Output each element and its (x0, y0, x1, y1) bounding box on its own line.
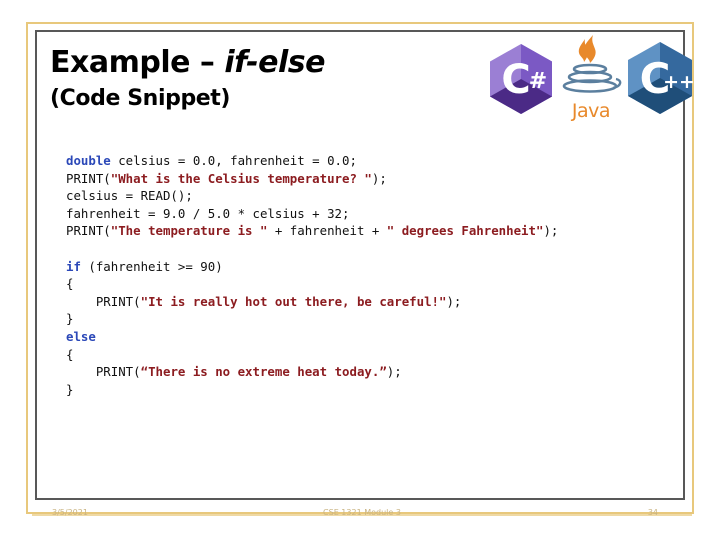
code-line: if (fahrenheit >= 90) (66, 258, 666, 276)
code-token-txt: } (66, 381, 74, 397)
page-title: Example – if-else (50, 46, 480, 80)
java-logo-wordmark: Java (571, 100, 611, 122)
code-token-txt: ); (543, 223, 559, 239)
code-token-txt: celsius = READ(); (66, 188, 193, 204)
code-token-txt: (fahrenheit >= 90) (80, 258, 223, 274)
svg-text:#: # (529, 69, 547, 94)
code-token-txt: celsius = 0.0, fahrenheit = 0.0; (110, 153, 357, 168)
code-token-str: "The temperature is " (110, 223, 268, 239)
code-token-txt: { (66, 276, 74, 292)
code-line: PRINT("It is really hot out there, be ca… (66, 293, 666, 311)
code-token-kw: else (66, 328, 96, 344)
code-token-txt: } (66, 311, 74, 327)
code-token-txt: PRINT( (66, 170, 111, 186)
slide-title-block: Example – if-else (Code Snippet) (50, 46, 480, 112)
footer-course-label: CSE 1321 Module 3 (323, 508, 401, 517)
code-token-str: " degrees Fahrenheit" (386, 223, 544, 239)
code-snippet: double celsius = 0.0, fahrenheit = 0.0; P… (66, 152, 666, 398)
code-line: fahrenheit = 9.0 / 5.0 * celsius + 32; (66, 205, 666, 223)
page-title-keyword: if-else (224, 45, 325, 80)
csharp-logo: C # (486, 42, 556, 116)
slide-footer: 3/5/2021 CSE 1321 Module 3 34 (32, 506, 692, 522)
code-token-str: “There is no extreme heat today.” (140, 364, 387, 380)
page-subtitle: (Code Snippet) (50, 85, 231, 111)
code-token-txt: ); (446, 293, 462, 309)
code-line: celsius = READ(); (66, 187, 666, 205)
code-token-str: "What is the Celsius temperature? " (110, 170, 372, 186)
code-line: PRINT(“There is no extreme heat today.”)… (66, 363, 666, 381)
code-token-txt: ); (386, 364, 402, 380)
svg-text:C: C (501, 57, 530, 103)
code-line: PRINT("What is the Celsius temperature? … (66, 170, 666, 188)
slide: Example – if-else (Code Snippet) C # Jav… (0, 0, 720, 540)
footer-page-number: 34 (647, 508, 658, 517)
cpp-logo: C ++ (624, 40, 696, 116)
code-token-txt: ); (371, 170, 387, 186)
code-line: PRINT("The temperature is " + fahrenheit… (66, 222, 666, 240)
code-line: { (66, 346, 666, 364)
code-line: } (66, 381, 666, 399)
code-line: else (66, 328, 666, 346)
language-logos: C # Java C ++ (482, 30, 695, 122)
code-line: { (66, 275, 666, 293)
code-token-str: "It is really hot out there, be careful!… (140, 293, 447, 309)
code-token-txt: + fahrenheit + (267, 223, 387, 239)
code-line: } (66, 310, 666, 328)
code-token-txt: fahrenheit = 9.0 / 5.0 * celsius + 32; (66, 205, 350, 221)
code-token-txt: PRINT( (66, 293, 141, 309)
code-token-kw: if (66, 258, 81, 274)
code-token-txt: PRINT( (66, 364, 141, 380)
code-line: double celsius = 0.0, fahrenheit = 0.0; (66, 152, 666, 170)
java-logo: Java (560, 32, 622, 122)
code-token-txt: PRINT( (66, 223, 111, 239)
code-token-kw: double (66, 153, 111, 168)
page-title-prefix: Example – (50, 45, 225, 80)
code-token-txt: { (66, 346, 74, 362)
svg-text:++: ++ (663, 71, 695, 93)
